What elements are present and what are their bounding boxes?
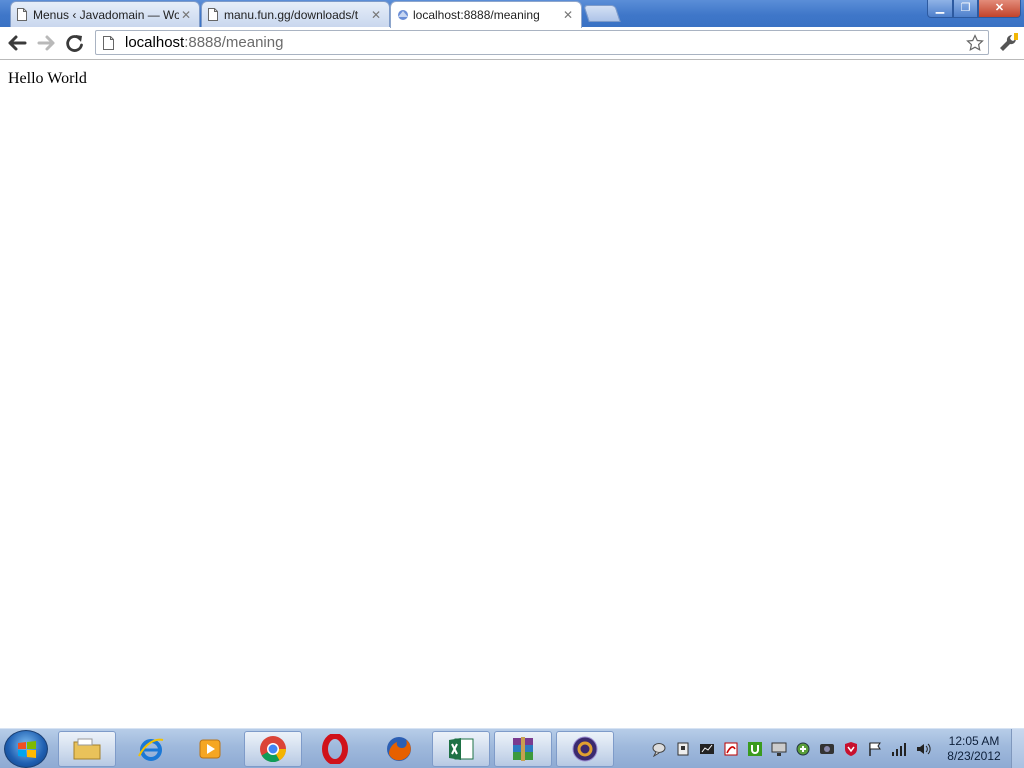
taskbar: 12:05 AM 8/23/2012 [0,728,1024,768]
java-ee-ide-icon [572,736,598,762]
folder-icon [73,738,101,760]
media-player-icon [199,739,221,759]
reload-icon[interactable] [64,33,86,53]
tab-title: localhost:8888/meaning [413,8,540,22]
taskbar-chrome[interactable] [244,731,302,767]
taskbar-media-player[interactable] [182,731,240,767]
browser-toolbar: localhost:8888/meaning [0,27,1024,60]
start-button[interactable] [4,730,48,768]
chat-bubble-icon[interactable] [651,741,667,757]
utorrent-icon[interactable] [747,741,763,757]
show-desktop-button[interactable] [1011,729,1024,768]
back-arrow-icon[interactable] [7,33,29,53]
action-center-flag-icon[interactable] [867,741,883,757]
tab-close-button[interactable]: ✕ [369,8,383,22]
title-bar: Menus ‹ Javadomain — Wo ✕ manu.fun.gg/do… [0,0,1024,28]
url-path: :8888/meaning [184,34,284,51]
opera-icon [322,734,348,764]
chrome-icon [260,736,287,763]
signal-strength-icon[interactable] [891,741,907,757]
taskbar-java-ee-ide[interactable] [556,731,614,767]
tab-manu-fun[interactable]: manu.fun.gg/downloads/t ✕ [201,1,390,27]
mcafee-shield-icon[interactable] [843,741,859,757]
firefox-icon [387,737,411,761]
page-icon [208,8,218,21]
taskbar-firefox[interactable] [370,731,428,767]
windows-logo-icon [18,741,36,758]
tab-title: manu.fun.gg/downloads/t [224,7,359,22]
close-button[interactable]: ✕ [978,0,1021,18]
system-clock[interactable]: 12:05 AM 8/23/2012 [944,734,1004,764]
new-tab-button[interactable] [583,5,621,22]
page-icon [103,35,114,50]
url-text: localhost:8888/meaning [125,34,283,51]
app-engine-icon [398,10,408,20]
webcam-icon[interactable] [819,741,835,757]
network-adapter-icon[interactable] [699,741,715,757]
volume-speaker-icon[interactable] [915,741,931,757]
hello-world-text: Hello World [8,70,87,87]
clock-time: 12:05 AM [948,734,1000,748]
ie-icon [138,738,164,761]
maximize-button[interactable]: ❐ [953,0,978,18]
taskbar-explorer[interactable] [58,731,116,767]
adobe-reader-icon[interactable] [723,741,739,757]
winrar-icon [513,737,533,761]
sync-icon[interactable] [795,741,811,757]
tab-javadomain[interactable]: Menus ‹ Javadomain — Wo ✕ [10,1,200,27]
bookmark-star-icon[interactable] [966,34,984,52]
taskbar-excel[interactable] [432,731,490,767]
excel-icon [449,738,474,760]
page-content: Hello World [0,61,1024,728]
minimize-button[interactable]: ▁ [927,0,953,18]
clock-date: 8/23/2012 [947,749,1001,763]
tab-localhost-meaning[interactable]: localhost:8888/meaning ✕ [390,1,582,28]
forward-arrow-icon[interactable] [35,33,57,53]
taskbar-opera[interactable] [306,731,364,767]
page-icon [17,8,27,21]
taskbar-winrar[interactable] [494,731,552,767]
usb-device-icon[interactable] [675,741,691,757]
tab-title: Menus ‹ Javadomain — Wo [33,7,179,22]
url-host: localhost [125,34,185,51]
tab-close-button[interactable]: ✕ [179,8,193,22]
wrench-icon[interactable] [998,33,1018,53]
taskbar-internet-explorer[interactable] [122,731,180,767]
address-bar[interactable]: localhost:8888/meaning [95,30,989,55]
display-icon[interactable] [771,741,787,757]
tab-close-button[interactable]: ✕ [561,8,575,22]
